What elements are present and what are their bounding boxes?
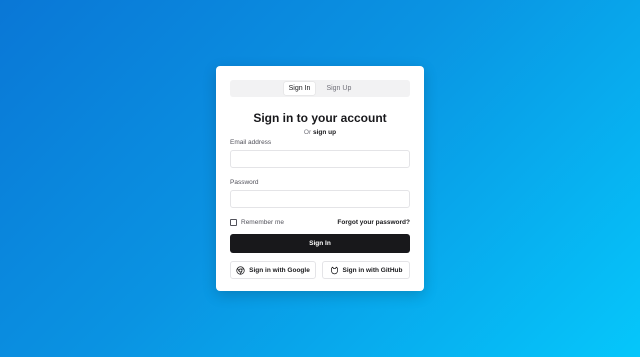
page-title: Sign in to your account [253, 111, 387, 125]
tab-sign-in[interactable]: Sign In [283, 82, 316, 95]
social-sign-in: Sign in with Google Sign in with GitHub [230, 261, 410, 279]
sign-in-card: Sign In Sign Up Sign in to your account … [216, 66, 424, 291]
sign-up-prefix: Or [303, 129, 312, 136]
tab-sign-up[interactable]: Sign Up [321, 82, 356, 95]
chrome-icon [236, 265, 245, 275]
remember-me[interactable]: Remember me [230, 218, 284, 226]
options-row: Remember me Forgot your password? [230, 217, 410, 227]
email-label: Email address [230, 139, 272, 146]
auth-tabs: Sign In Sign Up [230, 80, 410, 97]
password-field[interactable] [230, 190, 410, 208]
password-label: Password [230, 179, 259, 186]
sign-in-button[interactable]: Sign In [230, 234, 410, 253]
remember-me-label: Remember me [241, 218, 284, 226]
sign-in-google-label: Sign in with Google [249, 266, 310, 274]
sign-up-prompt: Or sign up [230, 129, 410, 137]
remember-me-checkbox[interactable] [230, 218, 237, 226]
sign-up-link[interactable]: sign up [313, 129, 336, 136]
sign-in-github-label: Sign in with GitHub [342, 266, 403, 274]
sign-in-google-button[interactable]: Sign in with Google [230, 261, 316, 279]
github-icon [330, 266, 338, 274]
email-field[interactable] [230, 150, 410, 168]
forgot-password-link[interactable]: Forgot your password? [337, 219, 410, 226]
sign-in-github-button[interactable]: Sign in with GitHub [322, 261, 410, 279]
